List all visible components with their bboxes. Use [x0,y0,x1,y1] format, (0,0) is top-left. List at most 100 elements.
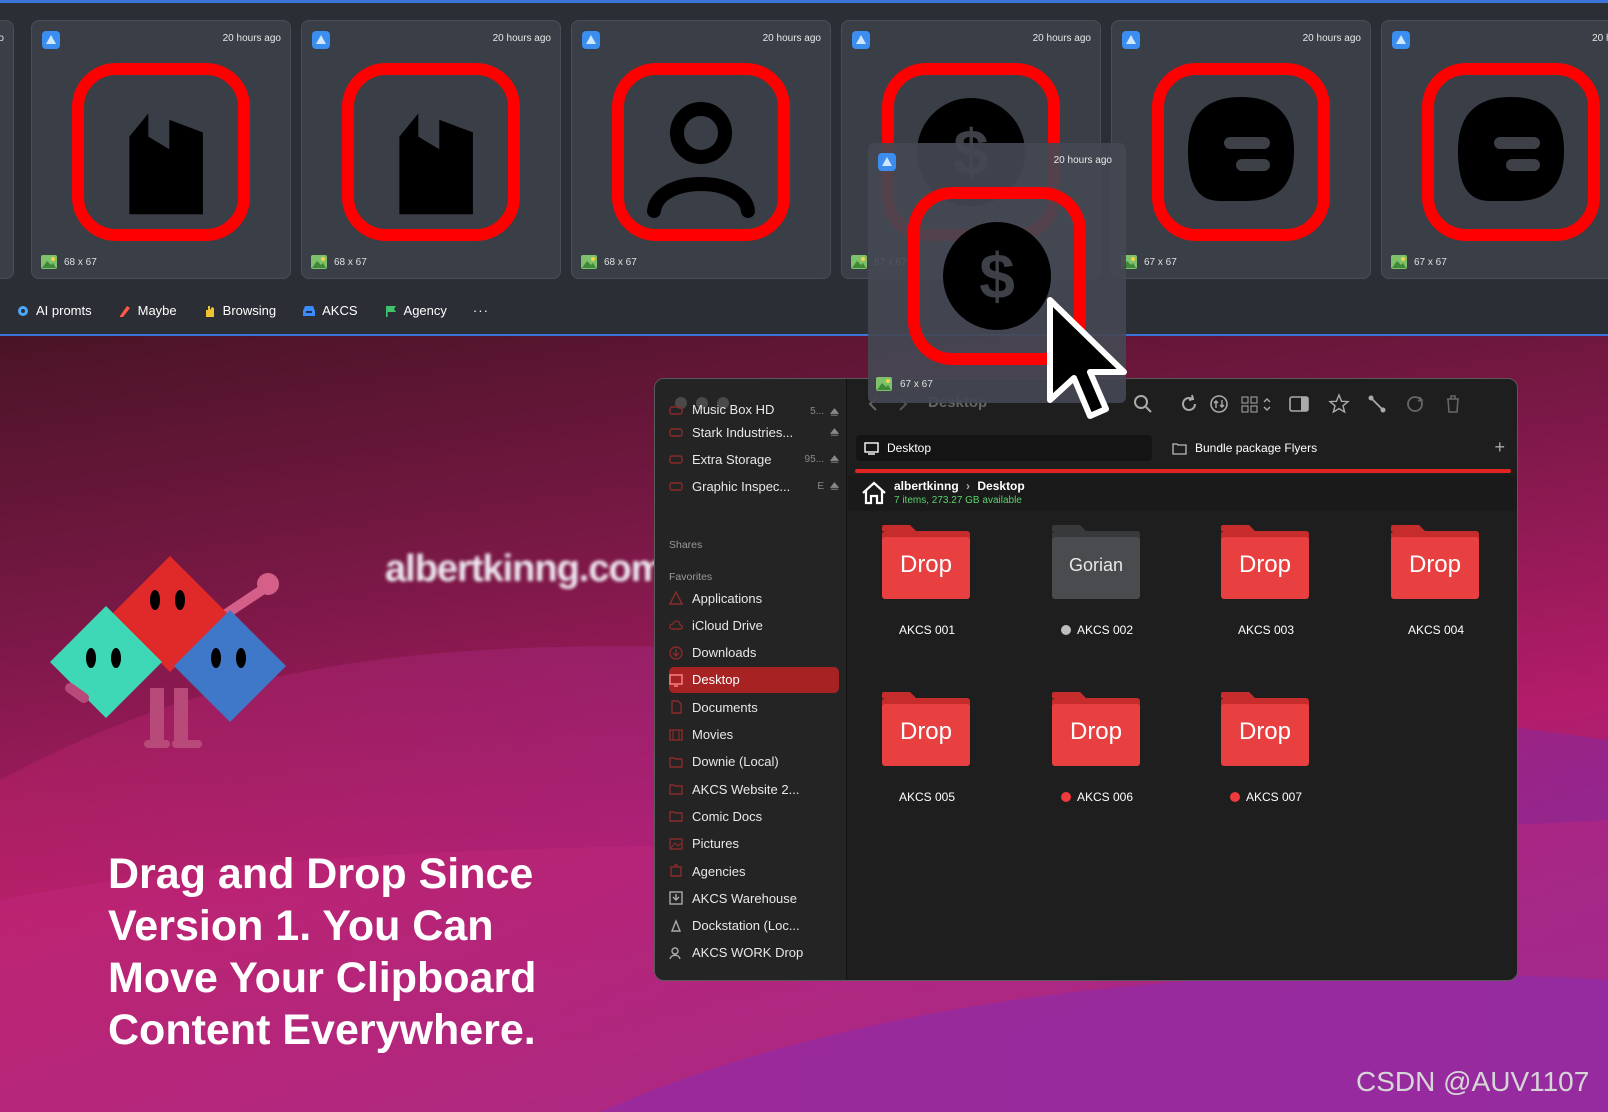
sidebar-item-volume[interactable]: Stark Industries... [669,419,839,445]
sidebar-item-comic-docs[interactable]: Comic Docs [669,803,839,829]
folder-item[interactable]: Drop AKCS 004 [1361,519,1511,659]
drive-icon [669,428,683,437]
folder-item[interactable]: Drop AKCS 005 [852,686,1002,826]
image-thumb-icon [41,255,57,269]
puzzle-icon [670,864,682,877]
clipboard-card[interactable]: 20 hours 67 x 67 [1381,20,1608,279]
card-dims: 67 x 67 [1144,257,1177,268]
card-dims: 67 x 67 [900,379,933,390]
eject-icon[interactable] [830,408,839,417]
svg-text:$: $ [979,240,1015,312]
more-tabs-button[interactable]: ··· [473,303,489,318]
sidebar-item-label: Graphic Inspec... [692,478,791,494]
sidebar-item-label: Applications [692,590,763,606]
sort-icon[interactable] [1208,393,1230,415]
sidebar-item-agencies[interactable]: Agencies [669,858,839,884]
sidebar-item-documents[interactable]: Documents [669,694,839,720]
pinboard-tabs: AI promts Maybe Browsing AKCS Agency ··· [16,303,489,318]
card-time: 20 hours ago [762,33,821,44]
tab-akcs[interactable]: AKCS [302,303,358,318]
eject-icon[interactable] [830,427,839,437]
connect-icon[interactable] [1366,393,1388,415]
film-icon [669,728,683,741]
sidebar-item-icloud-drive[interactable]: iCloud Drive [669,612,839,638]
photo-icon [669,837,683,850]
tab-label: AKCS [322,303,358,318]
volume-meta: 95... [804,453,824,465]
folder-name: AKCS 005 [852,790,1002,804]
card-time: 20 hours [1592,33,1608,44]
preview-pane-icon[interactable] [1288,393,1310,415]
star-icon[interactable] [1328,393,1350,415]
tab-browsing[interactable]: Browsing [203,303,276,318]
folder-name-label: AKCS 006 [1076,790,1134,804]
sidebar-item-label: AKCS WORK Drop [692,945,804,961]
sidebar-item-dockstation-loc[interactable]: Dockstation (Loc... [669,913,839,939]
path-tab-desktop[interactable]: Desktop [856,435,1152,461]
sidebar-item-volume[interactable]: Music Box HD 5... [669,405,839,417]
clipboard-card[interactable]: 20 hours ago 67 x 67 [1111,20,1371,279]
sidebar-item-label: AKCS Website 2... [692,781,800,797]
clipboard-card[interactable]: 20 hours ago 68 x 67 [301,20,561,279]
sidebar-item-label: Agencies [692,863,746,879]
breadcrumb-folder[interactable]: Desktop [977,479,1024,493]
home-icon[interactable] [860,479,888,507]
volume-meta: 5... [810,406,824,417]
sidebar-item-volume[interactable]: Graphic Inspec... E [669,473,839,499]
sidebar-item-pictures[interactable]: Pictures [669,831,839,857]
sidebar-item-akcs-work-drop[interactable]: AKCS WORK Drop [669,940,839,966]
folder-cover-text: Gorian [1068,555,1124,575]
folder-item[interactable]: Drop AKCS 001 [852,519,1002,659]
sidebar-item-label: Downie (Local) [692,754,779,770]
folder-item[interactable]: Drop AKCS 003 [1191,519,1341,659]
sidebar-item-akcs-website-2[interactable]: AKCS Website 2... [669,776,839,802]
search-icon[interactable] [1132,393,1154,415]
folder-name-label: AKCS 007 [1245,790,1303,804]
folder-item[interactable]: Drop AKCS 007 [1191,686,1341,826]
tab-agency[interactable]: Agency [384,303,447,318]
clipboard-card[interactable]: 20 hours ago 68 x 67 [31,20,291,279]
tab-ai-promts[interactable]: AI promts [16,303,92,318]
card-dims: 68 x 67 [64,257,97,268]
sync-icon[interactable] [1404,393,1426,415]
refresh-icon[interactable] [1178,393,1200,415]
app-icon [1122,31,1140,49]
sidebar-item-downloads[interactable]: Downloads [669,640,839,666]
folder-icon [1172,442,1187,455]
folder-item[interactable]: Gorian AKCS 002 [1022,519,1172,659]
card-time: 20 hours ago [1302,33,1361,44]
sidebar-item-downie-local[interactable]: Downie (Local) [669,749,839,775]
clipboard-strip: go 20 hours ago 68 x 67 20 hours ago 68 x 6… [0,0,1608,336]
eject-icon[interactable] [830,454,839,464]
sidebar-item-akcs-warehouse[interactable]: AKCS Warehouse [669,885,839,911]
folder-icon [669,757,683,768]
clipboard-card[interactable]: 20 hours ago 68 x 67 [571,20,831,279]
path-tabs: Desktop Bundle package Flyers + [848,435,1517,461]
sidebar-item-desktop[interactable]: Desktop [669,666,839,693]
breadcrumb-user[interactable]: albertkinng [894,479,959,493]
chat-bubble-icon [1422,63,1600,241]
sidebar-item-movies[interactable]: Movies [669,722,839,748]
folder-name: AKCS 004 [1361,623,1511,637]
folder-name-label: AKCS 002 [1076,623,1134,637]
download-icon [669,645,683,660]
folder-item[interactable]: Drop AKCS 006 [1022,686,1172,826]
image-thumb-icon [581,255,597,269]
factory-icon [72,63,250,241]
trash-icon[interactable] [1442,393,1464,415]
color-tag [1060,792,1071,802]
tab-maybe[interactable]: Maybe [118,303,177,318]
view-mode-icon[interactable] [1240,393,1274,415]
sidebar-item-label: iCloud Drive [692,617,763,633]
clipboard-card[interactable]: go [0,20,14,279]
sidebar-item-volume[interactable]: Extra Storage 95... [669,446,839,472]
sidebar-item-applications[interactable]: Applications [669,585,839,611]
path-tab-label: Bundle package Flyers [1195,441,1318,455]
card-dims: 68 x 67 [604,257,637,268]
eject-icon[interactable] [830,481,839,491]
gear-icon [18,305,28,316]
path-tab-bundle-package-flyers[interactable]: Bundle package Flyers [1164,435,1444,461]
add-tab-button[interactable]: + [1494,437,1505,458]
path-bar: albertkinng › Desktop 7 items, 273.27 GB… [848,475,1517,511]
app-icon [852,31,870,49]
